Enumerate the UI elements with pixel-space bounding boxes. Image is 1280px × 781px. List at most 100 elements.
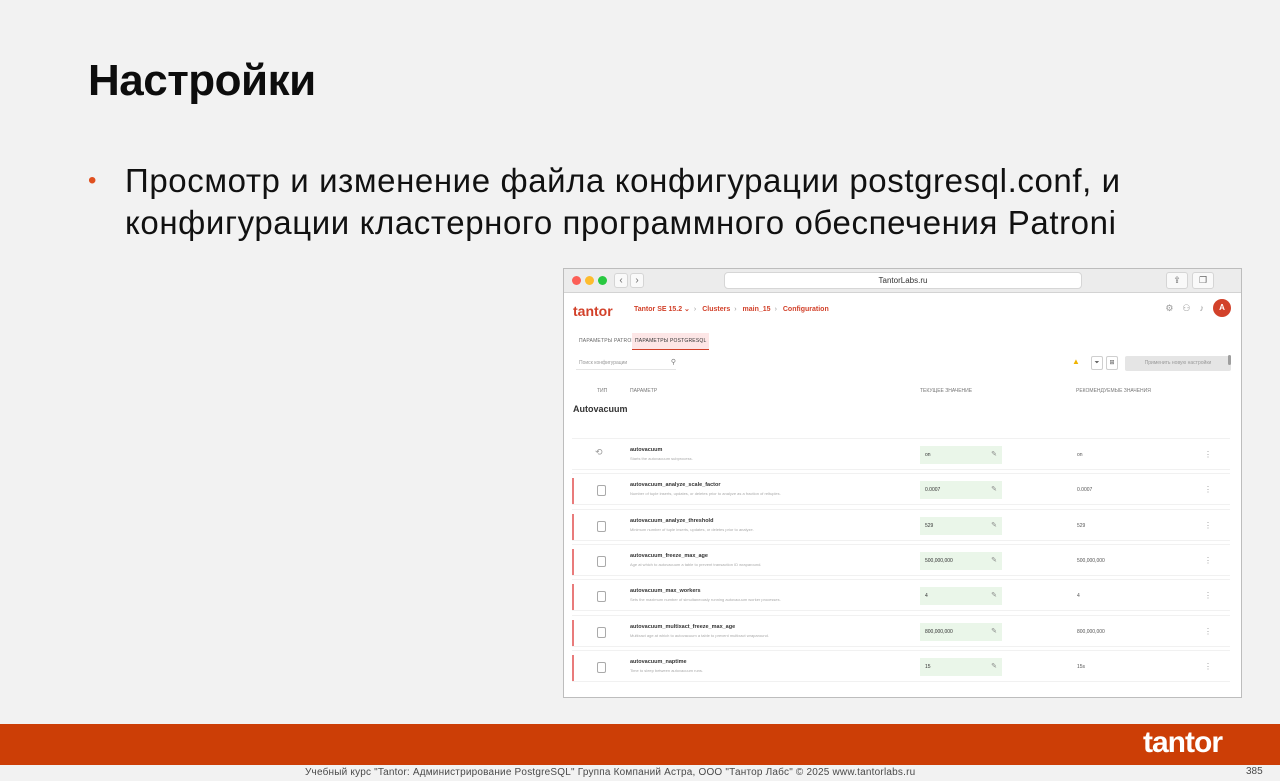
edit-pencil-icon[interactable]: ✎	[991, 481, 997, 499]
config-toolbar: Поиск конфигурации ⚲ ▲ ⏷ ⊞ Применить нов…	[564, 354, 1241, 372]
document-icon	[597, 591, 606, 603]
current-value-field[interactable]: 500,000,000 ✎	[920, 551, 1002, 570]
parameter-name: autovacuum_analyze_threshold	[630, 517, 714, 524]
current-value-field[interactable]: 15 ✎	[920, 657, 1002, 676]
table-row[interactable]: autovacuum_analyze_scale_factor Number of…	[572, 473, 1230, 506]
more-options-icon[interactable]: ⋮	[1204, 591, 1212, 600]
edit-pencil-icon[interactable]: ✎	[991, 552, 997, 570]
parameter-description: Number of tuple inserts, updates, or del…	[630, 491, 781, 497]
recommended-value: on	[1077, 452, 1083, 458]
parameter-description: Multixact age at which to autovacuum a t…	[630, 632, 769, 638]
forward-button[interactable]: ›	[630, 273, 644, 288]
table-row[interactable]: autovacuum_analyze_threshold Minimum numb…	[572, 508, 1230, 541]
header-actions: ⚙ ⚇ ♪ A	[1165, 299, 1231, 317]
current-value-field[interactable]: 4 ✎	[920, 587, 1002, 606]
share-icon[interactable]: ⇪	[1166, 272, 1188, 289]
grid-icon[interactable]: ⊞	[1106, 356, 1118, 370]
maximize-window-icon[interactable]	[598, 276, 607, 285]
breadcrumb-clusters[interactable]: Clusters	[702, 306, 730, 313]
column-type[interactable]: ТИП	[597, 388, 607, 394]
table-row[interactable]: autovacuum_freeze_max_age Age at which to…	[572, 543, 1230, 576]
recommended-value: 15s	[1077, 663, 1086, 670]
section-title: Autovacuum	[573, 404, 628, 414]
tabs-icon[interactable]: ❐	[1192, 272, 1214, 289]
edit-pencil-icon[interactable]: ✎	[991, 517, 997, 535]
config-tabs: ПАРАМЕТРЫ PATRONI ПАРАМЕТРЫ POSTGRESQL	[576, 329, 1241, 351]
bullet-text: Просмотр и изменение файла конфигурации …	[125, 162, 1121, 241]
scrollbar[interactable]	[1228, 355, 1231, 365]
browser-toolbar: ‹ › TantorLabs.ru ⇪ ❐	[564, 269, 1241, 293]
parameter-name: autovacuum_multixact_freeze_max_age	[630, 623, 736, 630]
edit-pencil-icon[interactable]: ✎	[991, 623, 997, 641]
breadcrumb-configuration[interactable]: Configuration	[783, 306, 829, 313]
document-icon	[597, 555, 606, 567]
recommended-value: 0.0007	[1077, 487, 1093, 494]
app-screenshot: ‹ › TantorLabs.ru ⇪ ❐ tantor Tantor SE 1…	[563, 268, 1242, 698]
table-row[interactable]: autovacuum_multixact_freeze_max_age Multi…	[572, 614, 1230, 647]
document-icon	[597, 661, 606, 673]
reload-icon: ⟲	[595, 447, 603, 457]
settings-icon[interactable]: ⚙	[1165, 303, 1173, 314]
apply-settings-button[interactable]: Применить новую настройки	[1125, 356, 1231, 371]
bullet-dot-icon: •	[88, 167, 98, 194]
search-icon[interactable]: ⚲	[671, 356, 676, 370]
edit-pencil-icon[interactable]: ✎	[991, 587, 997, 605]
users-icon[interactable]: ⚇	[1182, 303, 1190, 314]
column-recommended-value[interactable]: РЕКОМЕНДУЕМЫЕ ЗНАЧЕНИЯ	[1076, 388, 1151, 394]
breadcrumb-cluster[interactable]: main_15	[743, 306, 771, 313]
current-value-field[interactable]: 0.0007 ✎	[920, 481, 1002, 500]
warning-icon[interactable]: ▲	[1072, 357, 1080, 366]
current-value-field[interactable]: on ✎	[920, 446, 1002, 464]
parameter-description: Time to sleep between autovacuum runs.	[630, 667, 704, 673]
more-options-icon[interactable]: ⋮	[1204, 521, 1212, 530]
tab-patroni[interactable]: ПАРАМЕТРЫ PATRONI	[576, 333, 640, 349]
edit-pencil-icon[interactable]: ✎	[991, 658, 997, 676]
breadcrumb: Tantor SE 15.2 ⌄ › Clusters › main_15 › Con…	[634, 306, 829, 313]
more-options-icon[interactable]: ⋮	[1204, 662, 1212, 671]
app-header: tantor Tantor SE 15.2 ⌄ › Clusters › main_…	[564, 293, 1241, 329]
document-icon	[597, 485, 606, 497]
parameter-name: autovacuum_naptime	[630, 658, 687, 665]
document-icon	[597, 626, 606, 638]
more-options-icon[interactable]: ⋮	[1204, 485, 1212, 494]
parameter-description: Sets the maximum number of simultaneousl…	[630, 597, 781, 603]
more-options-icon[interactable]: ⋮	[1204, 450, 1212, 459]
table-row[interactable]: autovacuum_naptime Time to sleep between …	[572, 649, 1230, 682]
parameter-description: Starts the autovacuum subprocess.	[630, 456, 693, 461]
breadcrumb-product[interactable]: Tantor SE 15.2 ⌄	[634, 306, 690, 313]
column-parameter[interactable]: ПАРАМЕТР	[630, 388, 657, 394]
page-number: 385	[1246, 766, 1263, 777]
current-value-field[interactable]: 800,000,000 ✎	[920, 622, 1002, 641]
changed-marker	[572, 513, 574, 540]
current-value-field[interactable]: 529 ✎	[920, 516, 1002, 535]
more-options-icon[interactable]: ⋮	[1204, 556, 1212, 565]
parameter-name: autovacuum_max_workers	[630, 588, 701, 595]
bell-icon[interactable]: ♪	[1200, 303, 1205, 313]
recommended-value: 529	[1077, 522, 1086, 529]
parameter-name: autovacuum_analyze_scale_factor	[630, 482, 721, 489]
changed-marker	[572, 584, 574, 611]
back-button[interactable]: ‹	[614, 273, 628, 288]
parameter-description: Minimum number of tuple inserts, updates…	[630, 526, 754, 532]
edit-pencil-icon[interactable]: ✎	[991, 446, 997, 464]
changed-marker	[572, 654, 574, 681]
filter-icon[interactable]: ⏷	[1091, 356, 1103, 370]
more-options-icon[interactable]: ⋮	[1204, 627, 1212, 636]
address-bar[interactable]: TantorLabs.ru	[724, 272, 1082, 289]
tantor-logo[interactable]: tantor	[573, 303, 613, 319]
recommended-value: 500,000,000	[1077, 557, 1105, 564]
changed-marker	[572, 478, 574, 505]
table-row[interactable]: autovacuum_max_workers Sets the maximum n…	[572, 579, 1230, 612]
search-input[interactable]: Поиск конфигурации ⚲	[576, 356, 676, 370]
table-row[interactable]: ⟲ autovacuum Starts the autovacuum subproc…	[572, 438, 1230, 470]
column-current-value[interactable]: ТЕКУЩЕЕ ЗНАЧЕНИЕ	[920, 388, 972, 394]
avatar[interactable]: A	[1213, 299, 1231, 317]
close-window-icon[interactable]	[572, 276, 581, 285]
parameter-name: autovacuum_freeze_max_age	[630, 552, 708, 559]
table-header: ТИП ПАРАМЕТР ТЕКУЩЕЕ ЗНАЧЕНИЕ РЕКОМЕНДУЕ…	[564, 380, 1241, 402]
parameter-name: autovacuum	[630, 447, 663, 453]
minimize-window-icon[interactable]	[585, 276, 594, 285]
slide-title: Настройки	[88, 56, 316, 105]
tab-postgresql[interactable]: ПАРАМЕТРЫ POSTGRESQL	[632, 333, 710, 350]
recommended-value: 4	[1077, 593, 1080, 600]
